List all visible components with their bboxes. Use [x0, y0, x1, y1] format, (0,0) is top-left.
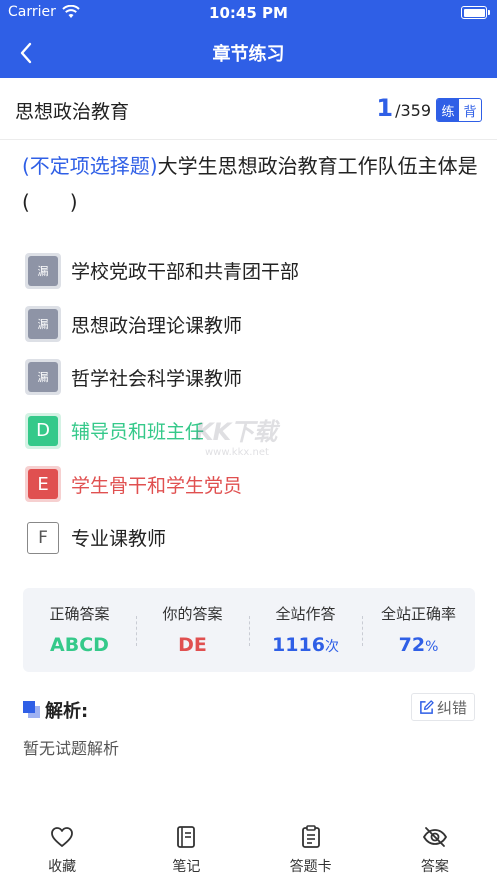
tab-notes[interactable]: 笔记 [124, 812, 248, 883]
notebook-icon [177, 826, 196, 848]
analysis-title: 解析: [45, 701, 89, 722]
total-questions: /359 [395, 101, 431, 120]
stat-attempts-value: 1116次 [272, 634, 339, 656]
bottom-tabbar: 收藏 笔记 答题卡 答案 [0, 812, 497, 883]
option-d-text: 辅导员和班主任 [71, 421, 205, 444]
eye-off-icon [422, 827, 447, 847]
stat-rate-value: 72% [398, 634, 439, 656]
option-b[interactable]: 漏 思想政治理论课教师 [25, 297, 475, 350]
tab-answer[interactable]: 答案 [373, 812, 497, 883]
page-title: 章节练习 [212, 44, 285, 65]
stat-correct-label: 正确答案 [49, 605, 110, 623]
practice-mode-button[interactable]: 练 [437, 99, 459, 121]
option-c-text: 哲学社会科学课教师 [71, 367, 243, 390]
question-counter: 1 /359 [376, 94, 431, 122]
mode-toggle: 练 背 [436, 98, 482, 122]
option-f-badge: F [25, 520, 61, 556]
answer-stats-card: 正确答案 ABCD 你的答案 DE 全站作答 1116次 全站正确率 72% [23, 588, 475, 672]
memorize-mode-button[interactable]: 背 [459, 99, 481, 121]
option-f-text: 专业课教师 [71, 528, 167, 551]
option-e-text: 学生骨干和学生党员 [71, 474, 243, 497]
option-f[interactable]: F 专业课教师 [25, 511, 475, 564]
edit-icon [420, 699, 434, 714]
option-b-text: 思想政治理论课教师 [71, 314, 243, 337]
stat-yours-label: 你的答案 [162, 605, 223, 623]
question-type: (不定项选择题) [22, 154, 158, 178]
stat-yours-value: DE [178, 634, 207, 656]
option-d[interactable]: D 辅导员和班主任 [25, 404, 475, 457]
option-a-text: 学校党政干部和共青团干部 [71, 261, 300, 284]
stat-correct-answer: 正确答案 ABCD [23, 588, 136, 672]
current-question-number: 1 [376, 94, 394, 122]
tab-favorite[interactable]: 收藏 [0, 812, 124, 883]
analysis-header: 解析: 纠错 [23, 693, 475, 723]
option-b-badge: 漏 [25, 306, 61, 343]
analysis-content: 暂无试题解析 [23, 739, 120, 758]
option-d-badge: D [25, 412, 61, 449]
report-error-label: 纠错 [436, 698, 467, 717]
tab-notes-label: 笔记 [172, 859, 201, 875]
status-bar: Carrier 10:45 PM [0, 0, 497, 26]
stat-attempts-label: 全站作答 [275, 605, 336, 623]
analysis-squares-icon [23, 701, 40, 718]
clipboard-icon [301, 825, 320, 848]
stat-your-answer: 你的答案 DE [136, 588, 249, 672]
tab-favorite-label: 收藏 [48, 859, 77, 875]
tab-answer-label: 答案 [420, 859, 449, 875]
question-stem: (不定项选择题)大学生思想政治教育工作队伍主体是( ) [22, 148, 482, 220]
stat-correct-value: ABCD [50, 634, 109, 656]
option-a[interactable]: 漏 学校党政干部和共青团干部 [25, 244, 475, 297]
battery-icon [461, 6, 490, 19]
app-header: Carrier 10:45 PM 章节练习 [0, 0, 497, 78]
option-c[interactable]: 漏 哲学社会科学课教师 [25, 351, 475, 404]
stat-rate-label: 全站正确率 [380, 605, 456, 623]
stat-site-accuracy: 全站正确率 72% [362, 588, 475, 672]
option-c-badge: 漏 [25, 359, 61, 396]
report-error-button[interactable]: 纠错 [411, 693, 475, 721]
tab-answer-card-label: 答题卡 [289, 859, 332, 875]
clock: 10:45 PM [209, 4, 288, 22]
option-e-badge: E [25, 466, 61, 503]
option-list: 漏 学校党政干部和共青团干部 漏 思想政治理论课教师 漏 哲学社会科学课教师 D… [25, 244, 475, 564]
nav-bar: 章节练习 [0, 30, 497, 74]
option-e[interactable]: E 学生骨干和学生党员 [25, 458, 475, 511]
option-a-badge: 漏 [25, 252, 61, 289]
subject-name: 思想政治教育 [15, 101, 130, 123]
stat-site-attempts: 全站作答 1116次 [249, 588, 362, 672]
tab-answer-card[interactable]: 答题卡 [249, 812, 373, 883]
subject-bar: 思想政治教育 1 /359 练 背 [0, 78, 497, 140]
heart-icon [51, 827, 74, 847]
